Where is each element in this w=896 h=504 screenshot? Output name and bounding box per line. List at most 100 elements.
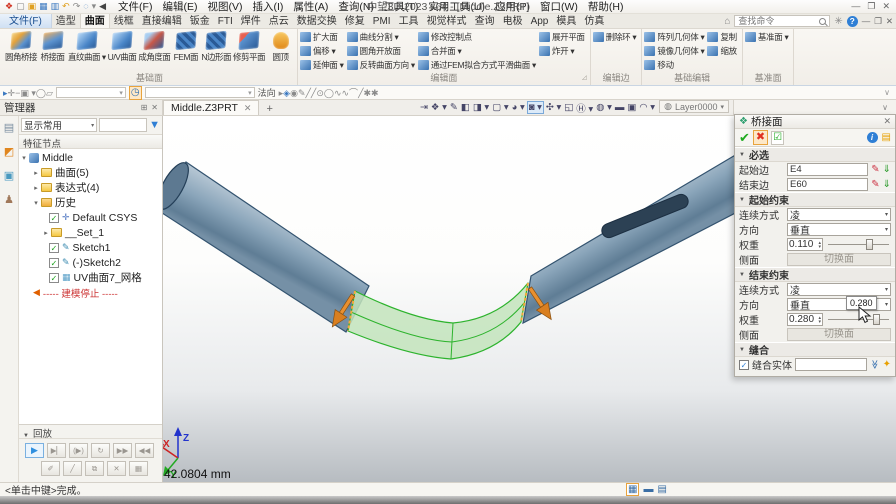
ribbon-small-button[interactable]: 镜像几何体 ▾ <box>644 44 704 58</box>
ok-button[interactable]: ✔ <box>739 130 750 146</box>
dialog-launcher-icon[interactable]: ◿ <box>582 73 587 84</box>
viewport-tool-icon[interactable]: ◕ ▾ <box>511 102 526 113</box>
manager-close-icon[interactable]: ✕ <box>151 103 158 112</box>
toolbar-icon[interactable]: ∿ <box>342 88 350 98</box>
ribbon-small-button[interactable]: 偏移 ▾ <box>300 44 344 58</box>
slider-handle[interactable] <box>873 314 880 325</box>
ribbon-small-button[interactable]: 缩放 <box>707 44 736 58</box>
replay-button[interactable]: ▶▏ <box>47 443 66 458</box>
slider-handle[interactable] <box>866 239 873 250</box>
viewport-tool-icon[interactable]: ✎ <box>449 102 459 113</box>
menu-item[interactable]: 属性(A) <box>288 0 333 14</box>
start-edge-input[interactable]: E4 <box>787 163 868 176</box>
viewport-tool-icon[interactable]: ◠ ▾ <box>638 102 656 113</box>
ribbon-tab[interactable]: 电极 <box>499 14 527 28</box>
doc-minimize-button[interactable]: — <box>862 16 871 26</box>
tree-row-uv-surface[interactable]: ✓▦UV曲面7_网格 <box>19 270 162 285</box>
tree-row-sketch2[interactable]: ✓✎(-)Sketch2 <box>19 255 162 270</box>
viewport-tool-icon[interactable]: ◙ ▾ <box>527 101 544 114</box>
tree-row-model-stop[interactable]: ◀----- 建模停止 ----- <box>19 285 162 300</box>
toolbar-icon[interactable]: ▣ ▾ <box>20 88 36 98</box>
viewport-tool-icon[interactable]: ◨ ▾ <box>472 102 490 113</box>
viewport-tool-icon[interactable]: ▢ ▾ <box>491 102 509 113</box>
replay-button[interactable]: ╱ <box>63 461 82 476</box>
search-input[interactable] <box>738 16 819 26</box>
menu-item[interactable]: 帮助(H) <box>583 0 629 14</box>
ribbon-tab[interactable]: FTI <box>214 14 237 28</box>
doc-restore-button[interactable]: ❐ <box>874 16 882 27</box>
ribbon-small-button[interactable]: 移动 <box>644 58 704 72</box>
toolbar-icon[interactable]: ▱ <box>46 88 53 98</box>
qat-icon[interactable]: ◀ <box>98 0 107 13</box>
command-search[interactable] <box>734 15 830 27</box>
ribbon-small-button[interactable]: 展开平面 <box>539 30 585 44</box>
ribbon-small-button[interactable]: 合并面 ▾ <box>418 44 536 58</box>
pick-icon[interactable]: ⇓ <box>883 179 891 190</box>
tree-search-input[interactable] <box>99 118 147 132</box>
ribbon-button[interactable]: 桥接面 <box>38 30 67 63</box>
replay-button[interactable]: ⧉ <box>85 461 104 476</box>
options-icon[interactable]: ▤ <box>882 132 891 143</box>
replay-button[interactable]: (▶) <box>69 443 88 458</box>
ribbon-small-button[interactable]: 反转曲面方向 ▾ <box>347 58 415 72</box>
checkbox[interactable]: ✓ <box>49 213 59 223</box>
style-combo[interactable]: ▾ <box>56 87 126 98</box>
ribbon-small-button[interactable]: 扩大面 <box>300 30 344 44</box>
start-direction-select[interactable]: 垂直▾ <box>787 223 891 236</box>
info-icon[interactable]: i <box>867 132 878 143</box>
ribbon-small-button[interactable]: 延伸面 ▾ <box>300 58 344 72</box>
start-continuity-select[interactable]: 凌▾ <box>787 208 891 221</box>
filter-combo[interactable]: ▾ <box>145 87 255 98</box>
pick-icon[interactable]: ⇓ <box>883 164 891 175</box>
toolbar-icon[interactable]: ◉ <box>290 88 298 98</box>
tree-row-csys[interactable]: ✓✛Default CSYS <box>19 210 162 225</box>
replay-header[interactable]: ▼回放 <box>19 425 162 439</box>
visualize-icon[interactable]: ▣ <box>4 169 14 182</box>
tree-row-history[interactable]: ▾历史 <box>19 195 162 210</box>
display-filter-combo[interactable]: 显示常用▾ <box>21 118 97 132</box>
sew-checkbox[interactable]: ✓ <box>739 360 749 370</box>
checkbox[interactable]: ✓ <box>49 273 59 283</box>
menu-item[interactable]: 应用(P) <box>490 0 535 14</box>
cancel-button[interactable]: ✖ <box>753 130 768 145</box>
replay-button[interactable]: ▶ <box>25 443 44 458</box>
collapse-icon[interactable]: ∨ <box>882 103 888 112</box>
toolbar-icon[interactable]: ∿ <box>334 88 342 98</box>
ribbon-button[interactable]: FEM面 <box>171 30 200 63</box>
pick-target-icon[interactable]: ✦ <box>883 359 891 370</box>
menu-item[interactable]: 文件(F) <box>113 0 157 14</box>
ribbon-tab[interactable]: 点云 <box>265 14 293 28</box>
ribbon-tab[interactable]: PMI <box>369 14 395 28</box>
toolbar-icon[interactable]: ✛ <box>8 88 16 98</box>
doc-close-button[interactable]: ✕ <box>886 16 893 27</box>
ribbon-tab[interactable]: 修复 <box>341 14 369 28</box>
edit-pen-icon[interactable]: ✎ <box>871 164 879 175</box>
qat-icon[interactable]: ↷ <box>72 0 82 13</box>
toolbar-overflow-icon[interactable]: ∨ <box>884 88 893 97</box>
apply-button[interactable]: ☑ <box>771 131 784 145</box>
ribbon-tab[interactable]: 查询 <box>471 14 499 28</box>
ribbon-button[interactable]: N边形面 <box>200 30 232 63</box>
viewport-tool-icon[interactable]: ❖ ▾ <box>430 102 448 113</box>
ribbon-tab[interactable]: App <box>527 14 553 28</box>
ribbon-button[interactable]: 修剪平面 <box>232 30 266 63</box>
qat-icon[interactable]: ▥ <box>50 0 61 13</box>
panel-close-icon[interactable]: ✕ <box>883 116 891 127</box>
toolbar-icon[interactable]: ✱ <box>363 88 371 98</box>
tab-file[interactable]: 文件(F) <box>0 14 52 28</box>
ribbon-small-button[interactable]: 删除环 ▾ <box>593 30 637 44</box>
ribbon-button[interactable]: U/V曲面 <box>107 30 138 63</box>
window-mode-icon[interactable]: ▦ <box>626 483 639 496</box>
pin-icon[interactable]: ⊞ <box>141 103 148 112</box>
window-mode-icon[interactable]: ▤ <box>657 484 666 495</box>
menu-item[interactable]: 窗口(W) <box>535 0 583 14</box>
filter-funnel-icon[interactable]: ▼ <box>149 119 160 131</box>
ribbon-tab[interactable]: 造型 <box>52 14 80 28</box>
toolbar-icon[interactable]: ◯ <box>36 88 46 98</box>
viewport-tool-icon[interactable]: ▣ <box>626 102 637 113</box>
qat-icon[interactable]: ▢ <box>15 0 26 13</box>
viewport-tool-icon[interactable]: ◍ ▾ <box>595 102 613 113</box>
start-weight-slider[interactable] <box>826 238 891 251</box>
ribbon-small-button[interactable]: 基准面 ▾ <box>745 30 789 44</box>
new-tab-button[interactable]: + <box>259 103 279 115</box>
